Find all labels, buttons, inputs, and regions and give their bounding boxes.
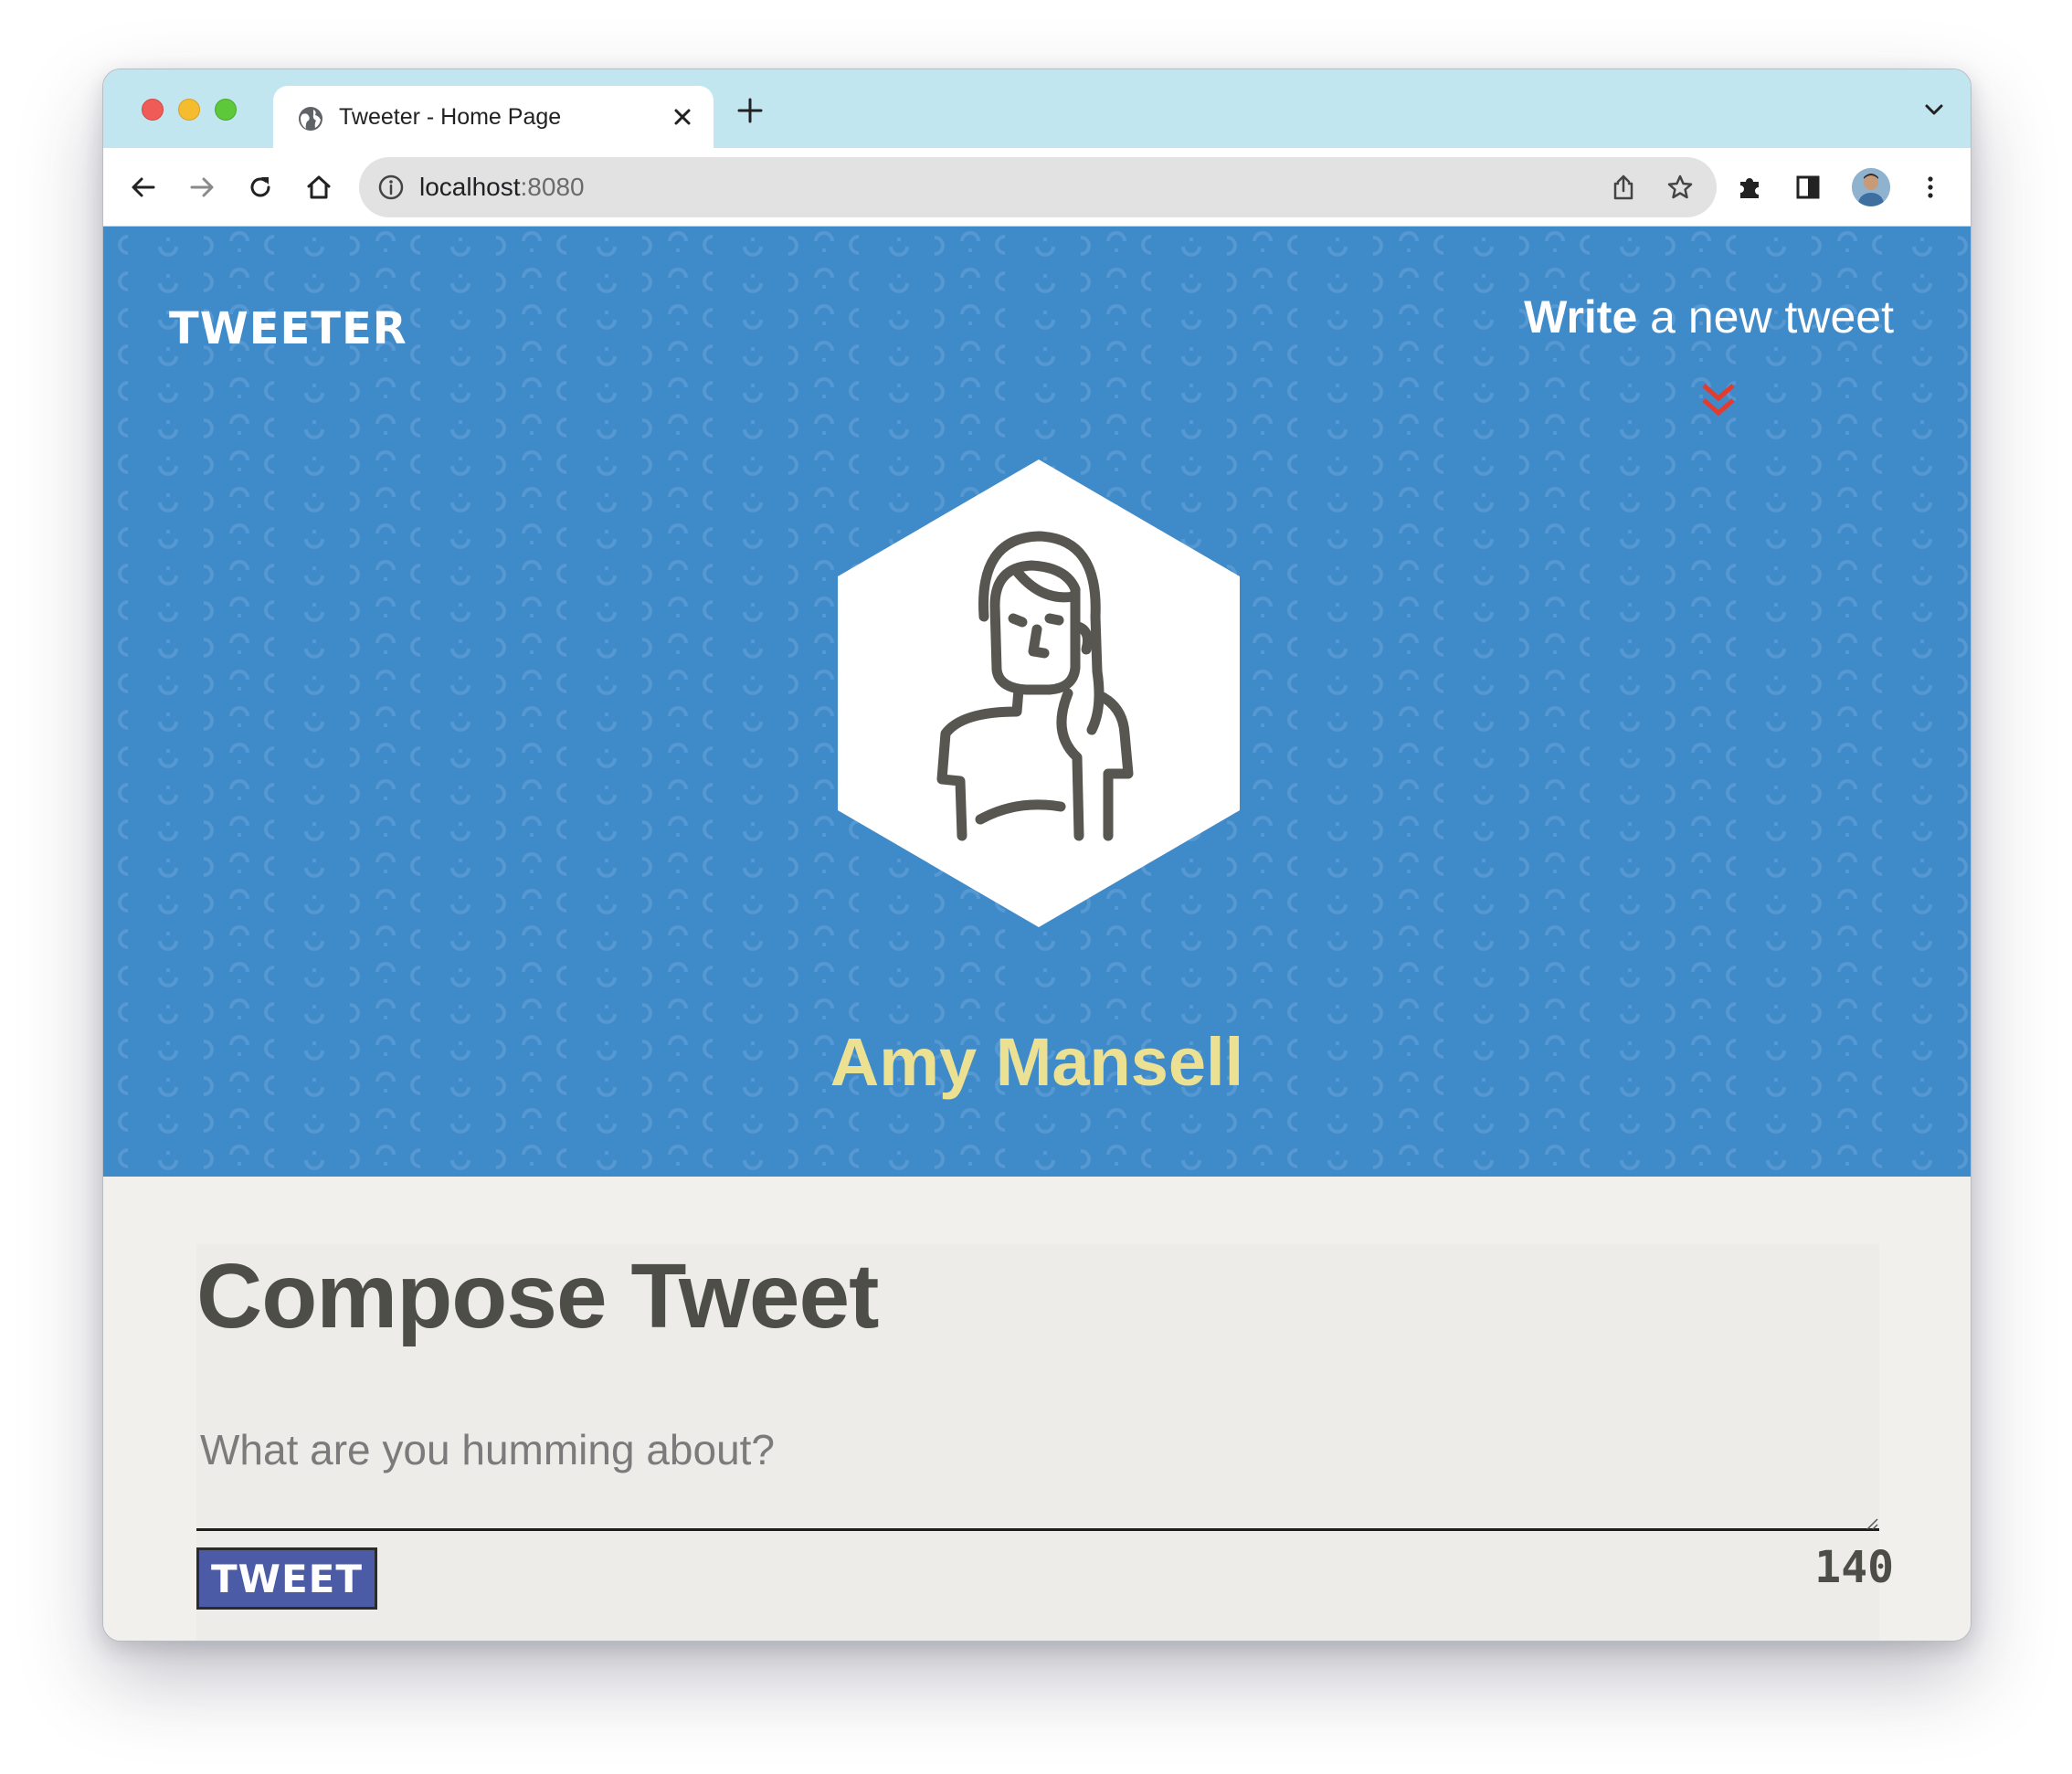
maximize-window-button[interactable] [215, 99, 237, 121]
side-panel-icon[interactable] [1793, 173, 1823, 202]
address-bar[interactable]: localhost:8080 [359, 157, 1717, 217]
profile-avatar[interactable] [1852, 168, 1890, 206]
minimize-window-button[interactable] [178, 99, 200, 121]
browser-window: Tweeter - Home Page localhost:8080 TWEET… [102, 69, 1972, 1642]
extensions-puzzle-icon[interactable] [1735, 173, 1764, 202]
share-icon[interactable] [1609, 173, 1638, 202]
profile-name: Amy Mansell [830, 1024, 1244, 1100]
close-window-button[interactable] [142, 99, 164, 121]
brand-logo[interactable]: TWEETER [169, 303, 407, 354]
character-counter: 140 [1814, 1542, 1894, 1593]
browser-toolbar: localhost:8080 [103, 148, 1971, 227]
more-menu-icon[interactable] [1916, 173, 1945, 202]
resize-grip-icon[interactable] [1863, 1515, 1879, 1531]
tweet-button[interactable]: TWEET [196, 1547, 377, 1610]
home-icon[interactable] [304, 173, 333, 202]
tab-home-page[interactable]: Tweeter - Home Page [273, 86, 714, 148]
user-avatar [838, 459, 1240, 927]
forward-arrow-icon[interactable] [187, 173, 217, 202]
new-tab-icon[interactable] [736, 97, 764, 124]
double-chevron-down-icon[interactable] [1700, 380, 1737, 420]
globe-icon [299, 107, 322, 131]
compose-tweet-section: Compose Tweet TWEET 140 [196, 1244, 1894, 1641]
compose-title: Compose Tweet [196, 1245, 879, 1347]
tweet-textarea[interactable] [196, 1410, 1879, 1531]
person-photo-icon [1852, 168, 1890, 206]
bookmark-star-icon[interactable] [1665, 173, 1695, 202]
page-content: TWEETER Write a new tweet Amy Mansell Co… [103, 227, 1971, 1641]
reload-icon[interactable] [246, 173, 275, 202]
tab-title: Tweeter - Home Page [339, 104, 562, 130]
write-new-tweet-link[interactable]: Write a new tweet [1524, 290, 1894, 343]
back-arrow-icon[interactable] [129, 173, 158, 202]
tab-strip: Tweeter - Home Page [103, 69, 1971, 148]
chevron-down-icon[interactable] [1923, 100, 1945, 119]
profile-header: TWEETER Write a new tweet Amy Mansell [103, 227, 1971, 1177]
info-icon[interactable] [377, 174, 405, 201]
url-text: localhost:8080 [419, 173, 585, 201]
close-tab-icon[interactable] [670, 104, 695, 130]
